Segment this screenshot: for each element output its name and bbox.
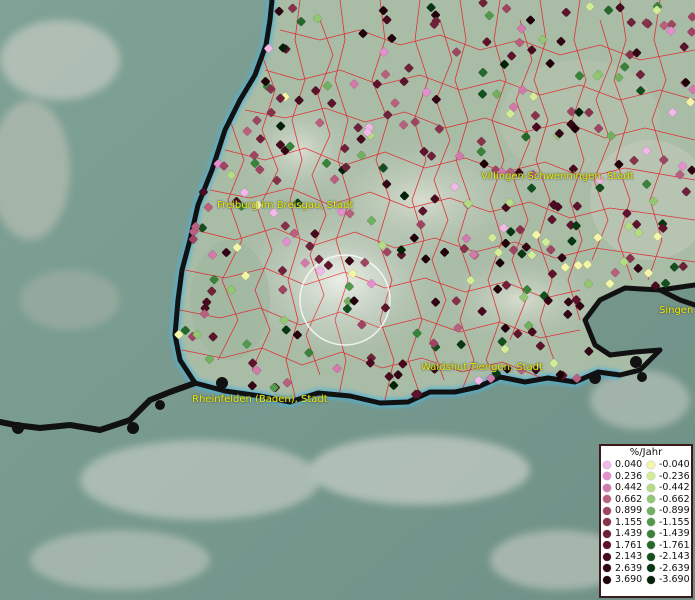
legend-swatch xyxy=(603,472,611,481)
legend-swatch xyxy=(603,518,611,527)
legend-item: -0.236 xyxy=(647,471,691,483)
legend-item: 0.236 xyxy=(603,471,647,483)
legend-swatch xyxy=(603,564,611,573)
legend-item: 0.040 xyxy=(603,459,647,471)
legend-swatch xyxy=(603,529,611,538)
legend-value: -0.442 xyxy=(659,482,690,494)
legend-item: 0.899 xyxy=(603,505,647,517)
legend-swatch xyxy=(647,518,655,527)
legend-value: -0.899 xyxy=(659,505,690,517)
legend-positive-column: 0.040 0.236 0.442 0.662 0.899 1.155 1.43… xyxy=(603,459,647,586)
legend-item: 1.439 xyxy=(603,528,647,540)
legend-value: 2.143 xyxy=(615,551,643,563)
city-label-villingen: Villingen-Schwenningen, Stadt xyxy=(481,171,634,182)
legend-swatch xyxy=(603,541,611,550)
legend-value: -0.040 xyxy=(659,459,690,471)
legend-title: %/Jahr xyxy=(629,447,663,458)
legend-swatch xyxy=(647,506,655,515)
legend-swatch xyxy=(647,564,655,573)
legend-value: -1.439 xyxy=(659,528,690,540)
legend-value: 0.236 xyxy=(615,470,643,482)
legend-swatch xyxy=(647,529,655,538)
legend-value: 0.442 xyxy=(615,482,643,494)
legend-value: -2.639 xyxy=(659,562,690,574)
legend-item: -1.155 xyxy=(647,517,691,529)
legend-swatch xyxy=(647,472,655,481)
legend-swatch xyxy=(603,495,611,504)
relief-map[interactable] xyxy=(0,0,695,600)
legend-negative-column: -0.040 -0.236 -0.442 -0.662 -0.899 -1.15… xyxy=(647,459,691,586)
legend-item: -0.662 xyxy=(647,494,691,506)
legend-item: -2.143 xyxy=(647,551,691,563)
legend-swatch xyxy=(647,495,655,504)
legend-swatch xyxy=(647,552,655,561)
legend-value: -1.761 xyxy=(659,539,690,551)
legend-item: -0.442 xyxy=(647,482,691,494)
legend-item: -0.040 xyxy=(647,459,691,471)
legend-value: 1.761 xyxy=(615,539,643,551)
legend-value: -0.236 xyxy=(659,470,690,482)
legend-value: -1.155 xyxy=(659,516,690,528)
city-label-waldshut: Waldshut-Tiengen, Stadt xyxy=(421,362,543,373)
legend-swatch xyxy=(603,575,611,584)
legend-value: 3.690 xyxy=(615,574,643,586)
legend-swatch xyxy=(603,483,611,492)
legend-item: 1.155 xyxy=(603,517,647,529)
legend-swatch xyxy=(603,552,611,561)
legend-swatch xyxy=(647,575,655,584)
legend-item: -1.761 xyxy=(647,540,691,552)
legend-value: -2.143 xyxy=(659,551,690,563)
legend-value: 1.155 xyxy=(615,516,643,528)
legend-item: 1.761 xyxy=(603,540,647,552)
legend-value: 0.040 xyxy=(615,459,643,471)
legend-item: -3.690 xyxy=(647,574,691,586)
legend-value: -0.662 xyxy=(659,493,690,505)
legend-swatch xyxy=(647,541,655,550)
legend-item: 3.690 xyxy=(603,574,647,586)
legend-value: -3.690 xyxy=(659,574,690,586)
legend-swatch xyxy=(603,506,611,515)
map-legend: %/Jahr 0.040 0.236 0.442 0.662 0.899 1.1… xyxy=(599,444,693,598)
city-label-rheinfelden: Rheinfelden (Baden), Stadt xyxy=(192,394,328,405)
legend-item: -2.639 xyxy=(647,563,691,575)
legend-swatch xyxy=(647,460,655,469)
legend-item: 2.639 xyxy=(603,563,647,575)
city-label-singen: Singen xyxy=(659,305,694,316)
legend-item: 0.662 xyxy=(603,494,647,506)
legend-value: 0.899 xyxy=(615,505,643,517)
legend-swatch xyxy=(603,460,611,469)
legend-item: 0.442 xyxy=(603,482,647,494)
legend-item: -0.899 xyxy=(647,505,691,517)
legend-item: 2.143 xyxy=(603,551,647,563)
city-label-freiburg: Freiburg im Breisgau, Stadt xyxy=(217,200,354,211)
legend-value: 1.439 xyxy=(615,528,643,540)
legend-item: -1.439 xyxy=(647,528,691,540)
legend-swatch xyxy=(647,483,655,492)
legend-value: 0.662 xyxy=(615,493,643,505)
legend-value: 2.639 xyxy=(615,562,643,574)
